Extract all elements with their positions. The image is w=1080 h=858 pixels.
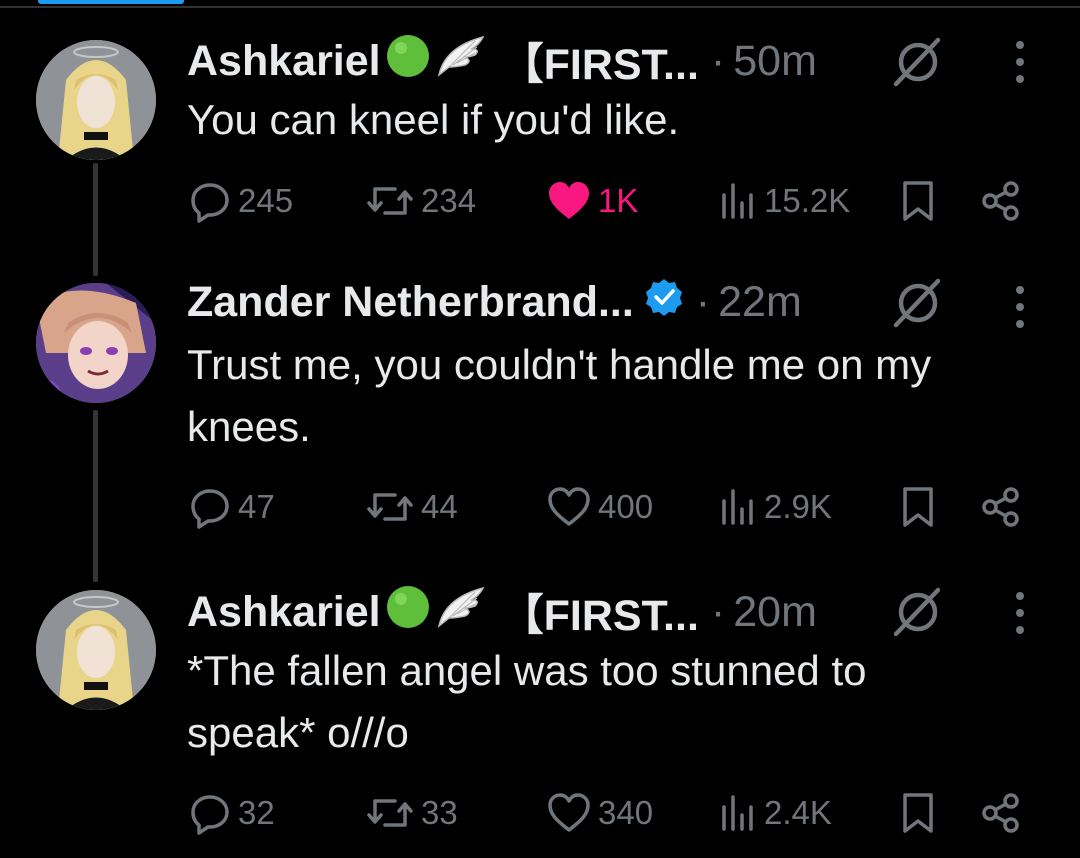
timestamp[interactable]: 20m <box>733 588 817 637</box>
bookmark-button[interactable] <box>900 788 936 838</box>
tweet[interactable]: Ashkariel 【FIRST... · 20m *The fallen an… <box>0 0 1080 858</box>
repost-count: 33 <box>421 794 458 831</box>
reply-icon <box>191 795 229 835</box>
reply-count: 32 <box>238 794 275 831</box>
grok-icon[interactable] <box>890 584 946 640</box>
separator-dot: · <box>710 587 726 636</box>
display-name[interactable]: Ashkariel <box>187 588 381 637</box>
tweet-header: Ashkariel 【FIRST... · 20m <box>187 582 817 642</box>
repost-icon <box>367 799 413 827</box>
share-icon <box>982 793 1019 833</box>
handle[interactable]: 【FIRST... <box>501 581 699 643</box>
heart-outline-icon <box>548 793 590 832</box>
views-chart-icon <box>722 795 753 831</box>
more-options-icon[interactable] <box>1010 583 1030 643</box>
repost-button[interactable]: 33 <box>365 788 458 838</box>
green-circle-emoji <box>385 584 431 641</box>
share-button[interactable] <box>980 788 1022 838</box>
like-count: 340 <box>598 794 654 831</box>
avatar[interactable] <box>36 590 156 710</box>
tweet-actions: 32 33 340 2.4K <box>0 788 1080 838</box>
views-button[interactable]: 2.4K <box>716 788 832 838</box>
tweet-text: *The fallen angel was too stunned to spe… <box>187 647 867 756</box>
avatar-image-blonde-angel <box>36 590 156 710</box>
view-count: 2.4K <box>764 794 832 831</box>
like-button[interactable]: 340 <box>546 788 653 838</box>
reply-button[interactable]: 32 <box>188 788 275 838</box>
wing-emoji <box>435 584 487 641</box>
bookmark-icon <box>903 793 933 833</box>
